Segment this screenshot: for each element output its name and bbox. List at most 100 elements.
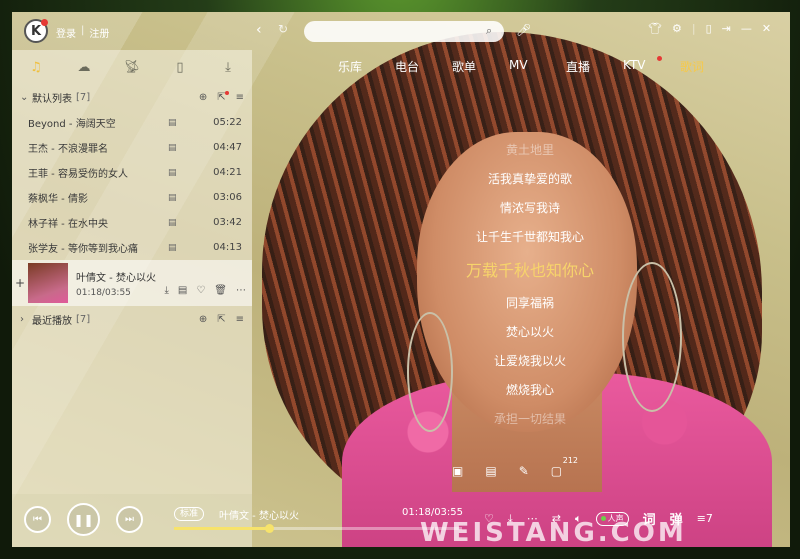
separator: |	[691, 22, 696, 35]
lyric-line: 黄土地里	[505, 143, 554, 157]
download-icon[interactable]: ⤓	[204, 60, 252, 75]
notification-dot	[41, 19, 48, 26]
now-playing-time: 01:18/03:55	[76, 287, 131, 298]
comment-count: 212	[562, 456, 579, 465]
microphone-icon[interactable]: 🎤︎	[516, 23, 531, 37]
sidebar-icon-bar: ♫ ☁ 📡︎ ▯ ⤓	[12, 50, 252, 84]
comment-icon[interactable]: ▢ 212	[551, 456, 578, 478]
ktv-dot	[657, 56, 662, 61]
chevron-down-icon: ⌄	[20, 91, 29, 103]
device-icon[interactable]: ▯	[156, 60, 204, 75]
lyric-line: 焚心以火	[505, 325, 554, 339]
lyric-tools: ▣ ▤ ✎ ▢ 212	[452, 456, 578, 478]
tab-lyrics[interactable]: 歌词	[680, 58, 737, 75]
share-dot	[224, 90, 229, 95]
now-playing-actions: ⤓ ▤ ♡ 🗑︎ ⋯	[164, 285, 246, 296]
more-icon[interactable]: ⋯	[236, 285, 246, 296]
sidebar: ♫ ☁ 📡︎ ▯ ⤓ ⌄ 默认列表 [7] ⊕ ⇱ ≡ Beyond - 海阔天…	[12, 50, 252, 494]
back-icon[interactable]: ‹	[256, 22, 262, 38]
song-row[interactable]: 林子祥 - 在水中央 ▤ 03:42	[12, 210, 252, 235]
music-note-icon[interactable]: ♫	[12, 60, 60, 75]
mv-icon[interactable]: ▤	[485, 464, 496, 478]
refresh-icon[interactable]: ↻	[278, 22, 288, 36]
search-input[interactable]	[304, 21, 504, 42]
translate-icon[interactable]: ▣	[452, 464, 463, 478]
login-link[interactable]: 登录	[56, 25, 76, 40]
tab-library[interactable]: 乐库	[338, 58, 395, 75]
upload-icon[interactable]: ⊕	[199, 314, 207, 325]
settings-icon[interactable]: ⚙	[672, 22, 682, 35]
radio-icon[interactable]: 📡︎	[108, 60, 156, 75]
next-button[interactable]: ⏭	[116, 506, 143, 533]
tab-ktv[interactable]: KTV	[623, 56, 680, 75]
mv-icon[interactable]: ▤	[168, 218, 188, 228]
mv-icon[interactable]: ▤	[168, 243, 188, 253]
mv-icon[interactable]: ▤	[168, 143, 188, 153]
progress-fill	[174, 527, 270, 530]
add-icon[interactable]: +	[14, 276, 26, 290]
mini-mode-icon[interactable]: ▯	[706, 22, 712, 35]
now-playing-title: 叶倩文 - 焚心以火	[76, 272, 156, 284]
lyric-line: 燃烧我心	[505, 383, 554, 397]
song-row[interactable]: 张学友 - 等你等到我心痛 ▤ 04:13	[12, 235, 252, 260]
quality-select[interactable]: 标准	[174, 507, 205, 521]
collapse-icon[interactable]: ⇥	[722, 22, 731, 35]
mv-icon[interactable]: ▤	[178, 285, 187, 296]
chevron-right-icon: ›	[20, 313, 24, 325]
group-tools: ⊕ ⇱ ≡	[199, 90, 244, 103]
window-controls: 👕︎ ⚙ | ▯ ⇥ — ✕	[648, 22, 771, 35]
register-link[interactable]: 注册	[89, 25, 109, 40]
lyric-line: 情浓写我诗	[499, 201, 560, 215]
minimize-icon[interactable]: —	[741, 22, 752, 35]
tab-playlists[interactable]: 歌单	[452, 58, 509, 75]
share-icon[interactable]: ⇱	[217, 314, 225, 325]
lyric-line: 承担一切结果	[493, 412, 566, 426]
tab-radio[interactable]: 电台	[395, 58, 452, 75]
progress-bar[interactable]	[174, 524, 462, 533]
top-bar: K 登录 | 注册 ‹ ↻ ⌕ 🎤︎ 👕︎ ⚙ | ▯ ⇥ — ✕	[12, 12, 790, 50]
upload-icon[interactable]: ⊕	[199, 92, 207, 103]
lyric-line: 同享福祸	[505, 296, 554, 310]
search-icon[interactable]: ⌕	[486, 24, 492, 38]
main-tabs: 乐库 电台 歌单 MV 直播 KTV 歌词	[338, 56, 737, 75]
lyric-line: 活我真挚爱的歌	[487, 172, 572, 186]
delete-icon[interactable]: 🗑︎	[214, 285, 227, 296]
song-row[interactable]: 蔡枫华 - 倩影 ▤ 03:06	[12, 185, 252, 210]
song-row[interactable]: 王杰 - 不浪漫罪名 ▤ 04:47	[12, 135, 252, 160]
mv-icon[interactable]: ▤	[168, 193, 188, 203]
lyric-line: 让千生千世都知我心	[475, 230, 584, 244]
song-row[interactable]: 王菲 - 容易受伤的女人 ▤ 04:21	[12, 160, 252, 185]
app-logo[interactable]: K	[24, 19, 48, 43]
download-icon[interactable]: ⤓	[164, 285, 168, 296]
lyrics-panel: 黄土地里 活我真挚爱的歌 情浓写我诗 让千生千世都知我心 万载千秋也知你心 同享…	[410, 136, 650, 434]
group-tools: ⊕ ⇱ ≡	[199, 314, 244, 325]
music-player-window: K 登录 | 注册 ‹ ↻ ⌕ 🎤︎ 👕︎ ⚙ | ▯ ⇥ — ✕ 乐库 电台 …	[12, 12, 790, 547]
tab-live[interactable]: 直播	[566, 58, 623, 75]
skin-icon[interactable]: 👕︎	[648, 22, 662, 35]
watermark: WEISTANG.COM	[420, 518, 687, 548]
lyric-line-current: 万载千秋也知你心	[465, 261, 594, 280]
mv-icon[interactable]: ▤	[168, 118, 188, 128]
tab-mv[interactable]: MV	[509, 58, 566, 75]
playlist-group-recent[interactable]: › 最近播放 [7] ⊕ ⇱ ≡	[12, 306, 252, 332]
song-row[interactable]: Beyond - 海阔天空 ▤ 05:22	[12, 110, 252, 135]
playlist-group-default[interactable]: ⌄ 默认列表 [7] ⊕ ⇱ ≡	[12, 84, 252, 110]
pause-button[interactable]: ❚❚	[67, 503, 100, 536]
now-playing-row[interactable]: + 叶倩文 - 焚心以火 01:18/03:55 ⤓ ▤ ♡ 🗑︎ ⋯	[12, 260, 252, 306]
cloud-icon[interactable]: ☁	[60, 60, 108, 75]
album-cover	[28, 263, 68, 303]
player-song-title: 叶倩文 - 焚心以火	[219, 511, 299, 522]
playlist-button[interactable]: ≡7	[697, 512, 713, 525]
heart-icon[interactable]: ♡	[196, 285, 205, 296]
progress-knob[interactable]	[265, 524, 275, 533]
menu-icon[interactable]: ≡	[236, 314, 244, 325]
lyric-line: 让爱烧我以火	[493, 354, 566, 368]
now-playing-info: 叶倩文 - 焚心以火 01:18/03:55	[76, 269, 156, 298]
auth-links: 登录 | 注册	[56, 25, 109, 40]
menu-icon[interactable]: ≡	[236, 92, 244, 103]
close-icon[interactable]: ✕	[762, 22, 771, 35]
previous-button[interactable]: ⏮	[24, 506, 51, 533]
auth-divider: |	[81, 25, 85, 36]
mv-icon[interactable]: ▤	[168, 168, 188, 178]
pen-icon[interactable]: ✎	[519, 464, 529, 478]
